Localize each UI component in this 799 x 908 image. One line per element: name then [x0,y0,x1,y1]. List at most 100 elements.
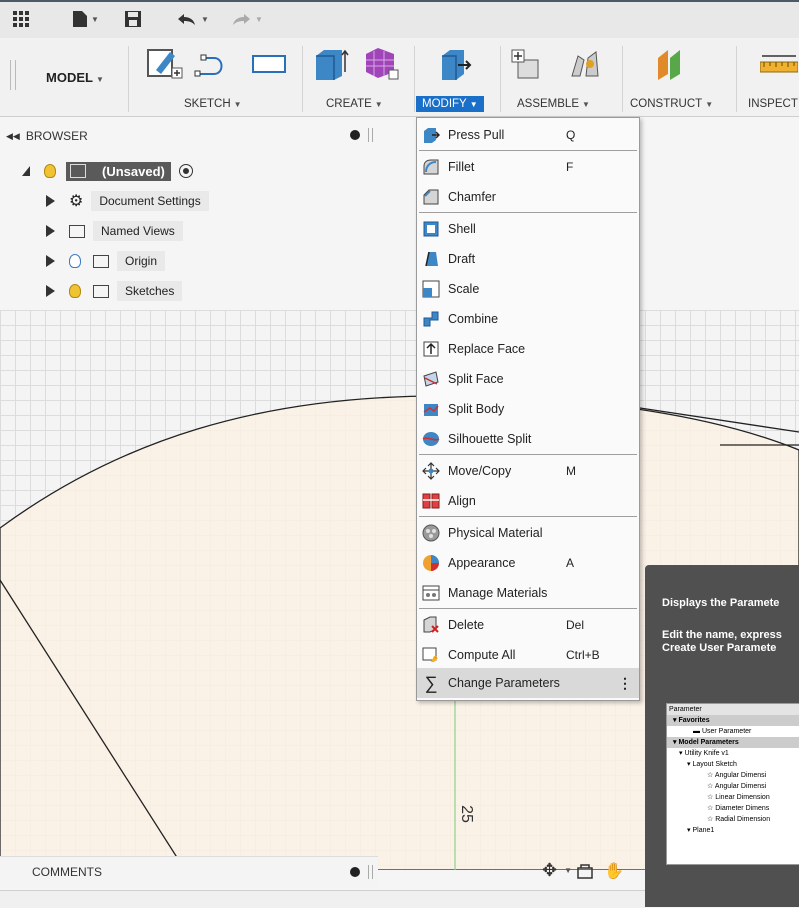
create-group-label[interactable]: CREATE ▼ [326,98,383,110]
construct-group-label[interactable]: CONSTRUCT ▼ [630,98,713,110]
save-icon[interactable] [124,8,142,30]
comments-grip[interactable] [368,865,373,879]
menu-item-split-body[interactable]: Split Body [417,394,639,424]
press-pull-icon [424,128,440,143]
joint-icon[interactable] [566,46,604,82]
tooltip-preview-image: Parameter ▾ Favorites ▬ User Parameter ▾… [666,703,799,865]
browser-header: ◀◀ BROWSER [0,125,378,147]
separator [128,46,129,112]
browser-root-node[interactable]: (Unsaved) [22,160,193,182]
sketch-group-label[interactable]: SKETCH ▼ [184,98,242,110]
menu-item-manage-materials[interactable]: Manage Materials [417,578,639,608]
expand-icon[interactable] [46,285,55,297]
visibility-bulb-icon[interactable] [44,164,56,178]
menu-item-silhouette-split[interactable]: Silhouette Split [417,424,639,454]
scale-icon [422,280,440,298]
tooltip-heading: Displays the Paramete [662,597,780,609]
tree-label: Sketches [117,281,183,301]
visibility-bulb-icon[interactable] [69,284,81,298]
root-component-label[interactable]: (Unsaved) [66,161,171,181]
new-component-icon[interactable] [510,46,548,82]
inspect-group-label[interactable]: INSPECT [748,98,798,110]
browser-item-document-settings[interactable]: ⚙ Document Settings [46,190,209,212]
menu-item-chamfer[interactable]: Chamfer [417,182,639,212]
tree-label: Named Views [93,221,183,241]
split-body-icon [423,404,439,416]
redo-icon[interactable]: ▼ [230,8,263,30]
toolbar-grip[interactable] [10,60,16,90]
combine-icon [423,311,439,327]
browser-pin-icon[interactable] [350,130,360,140]
measure-icon[interactable] [760,46,798,82]
menu-item-shell[interactable]: Shell [417,214,639,244]
separator [500,46,501,112]
create-sketch-icon[interactable] [146,46,184,82]
physical-material-icon [422,524,440,542]
component-icon [70,164,86,178]
menu-item-combine[interactable]: Combine [417,304,639,334]
expand-icon[interactable] [46,195,55,207]
rectangle-tool-icon[interactable] [250,46,288,82]
status-bar [0,890,645,908]
undo-icon[interactable]: ▼ [176,8,209,30]
expand-icon[interactable] [46,255,55,267]
folder-icon [93,284,109,298]
workspace-switcher[interactable]: MODEL ▼ [46,70,104,85]
expand-icon[interactable] [46,225,55,237]
file-menu-icon[interactable]: ▼ [72,8,99,30]
menu-item-change-parameters[interactable]: ∑ Change Parameters ⋮ [417,668,639,698]
delete-icon [423,616,439,633]
app-grid-icon[interactable] [12,8,30,30]
menu-item-draft[interactable]: Draft [417,244,639,274]
replace-face-icon [423,341,439,357]
collapse-browser-icon[interactable]: ◀◀ [6,131,20,142]
folder-icon [93,254,109,268]
navigation-bar: ✥ ▼ ✋ [542,860,624,881]
modify-group-label[interactable]: MODIFY ▼ [416,96,484,112]
visibility-bulb-icon[interactable] [69,254,81,268]
press-pull-toolbar-icon[interactable] [436,46,474,82]
split-face-icon [423,371,439,387]
add-comment-icon[interactable] [350,867,360,877]
workspace-label: MODEL [46,70,93,85]
command-tooltip: Displays the Paramete Edit the name, exp… [645,565,799,907]
extrude-icon[interactable] [312,46,350,82]
silhouette-split-icon [422,432,440,446]
separator [414,46,415,112]
menu-item-scale[interactable]: Scale [417,274,639,304]
ribbon-toolbar: MODEL ▼ SKETCH ▼ CREATE ▼ MODIFY ▼ ASSEM… [0,38,799,117]
form-icon[interactable] [362,46,400,82]
expand-root-icon[interactable] [22,166,30,176]
separator [302,46,303,112]
menu-item-split-face[interactable]: Split Face [417,364,639,394]
comments-panel: COMMENTS [0,856,378,887]
orbit-icon[interactable]: ✥ [542,860,557,881]
chamfer-icon [423,189,439,205]
assemble-group-label[interactable]: ASSEMBLE ▼ [517,98,590,110]
browser-item-named-views[interactable]: Named Views [46,220,183,242]
more-options-icon[interactable]: ⋮ [618,675,632,692]
browser-title: BROWSER [25,129,88,143]
browser-grip[interactable] [368,128,373,142]
appearance-icon [423,555,439,571]
menu-separator [419,454,637,455]
menu-item-move-copy[interactable]: Move/Copy M [417,456,639,486]
activate-radio-icon[interactable] [178,164,193,178]
offset-plane-icon[interactable] [652,46,690,82]
menu-item-compute-all[interactable]: Compute All Ctrl+B [417,640,639,670]
tooltip-description: Edit the name, express Create User Param… [662,629,782,654]
menu-item-physical-material[interactable]: Physical Material [417,518,639,548]
fillet-icon [423,159,439,175]
menu-item-press-pull[interactable]: Press Pull Q [417,120,639,150]
line-tool-icon[interactable] [194,46,232,82]
menu-item-appearance[interactable]: Appearance A [417,548,639,578]
pan-hand-icon[interactable]: ✋ [604,861,624,881]
browser-item-origin[interactable]: Origin [46,250,166,272]
browser-item-sketches[interactable]: Sketches [46,280,183,302]
menu-item-fillet[interactable]: Fillet F [417,152,639,182]
menu-item-replace-face[interactable]: Replace Face [417,334,639,364]
menu-item-delete[interactable]: Delete Del [417,610,639,640]
menu-item-align[interactable]: Align [417,486,639,516]
look-at-icon[interactable] [576,863,594,879]
tree-label: Document Settings [91,191,209,211]
